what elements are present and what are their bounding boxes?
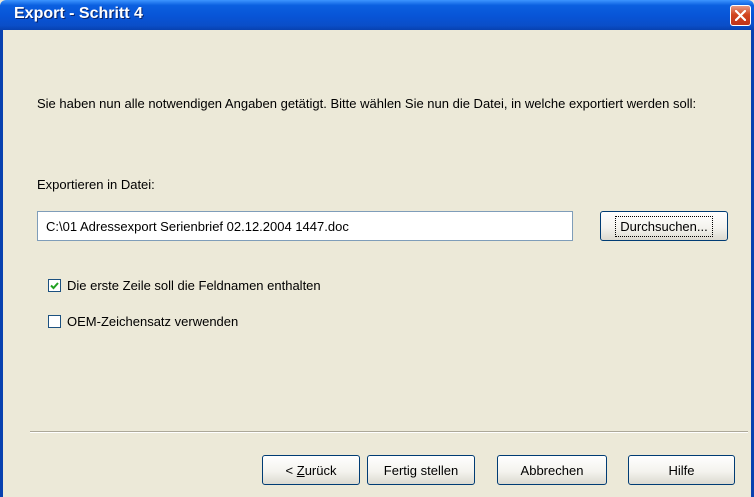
cancel-button[interactable]: Abbrechen <box>497 455 607 485</box>
help-button[interactable]: Hilfe <box>628 455 735 485</box>
browse-button[interactable]: Durchsuchen... <box>600 211 728 241</box>
intro-text: Sie haben nun alle notwendigen Angaben g… <box>37 96 697 111</box>
file-label: Exportieren in Datei: <box>37 177 155 192</box>
window-frame-left <box>0 30 3 497</box>
finish-button[interactable]: Fertig stellen <box>367 455 475 485</box>
checkbox-header-row-box[interactable] <box>48 279 61 292</box>
file-path-input[interactable] <box>37 211 573 241</box>
back-button[interactable]: < Zurück <box>262 455 360 485</box>
footer-separator-highlight <box>30 432 748 433</box>
browse-button-label: Durchsuchen... <box>615 215 713 237</box>
window-title: Export - Schritt 4 <box>14 5 143 22</box>
close-button[interactable] <box>730 5 751 26</box>
back-button-prefix: < <box>285 462 297 478</box>
checkbox-header-row[interactable]: Die erste Zeile soll die Feldnamen entha… <box>48 278 321 293</box>
title-bar[interactable]: Export - Schritt 4 <box>0 0 754 30</box>
checkbox-oem-charset-label: OEM-Zeichensatz verwenden <box>67 314 239 329</box>
back-button-mnemonic: Z <box>296 462 305 478</box>
checkbox-header-row-label: Die erste Zeile soll die Feldnamen entha… <box>67 278 321 293</box>
checkmark-icon <box>50 282 59 290</box>
checkbox-oem-charset-box[interactable] <box>48 315 61 328</box>
export-dialog: Export - Schritt 4 Sie haben nun alle no… <box>0 0 754 497</box>
close-icon <box>735 10 746 21</box>
checkbox-oem-charset[interactable]: OEM-Zeichensatz verwenden <box>48 314 238 329</box>
back-button-label: urück <box>304 462 337 478</box>
